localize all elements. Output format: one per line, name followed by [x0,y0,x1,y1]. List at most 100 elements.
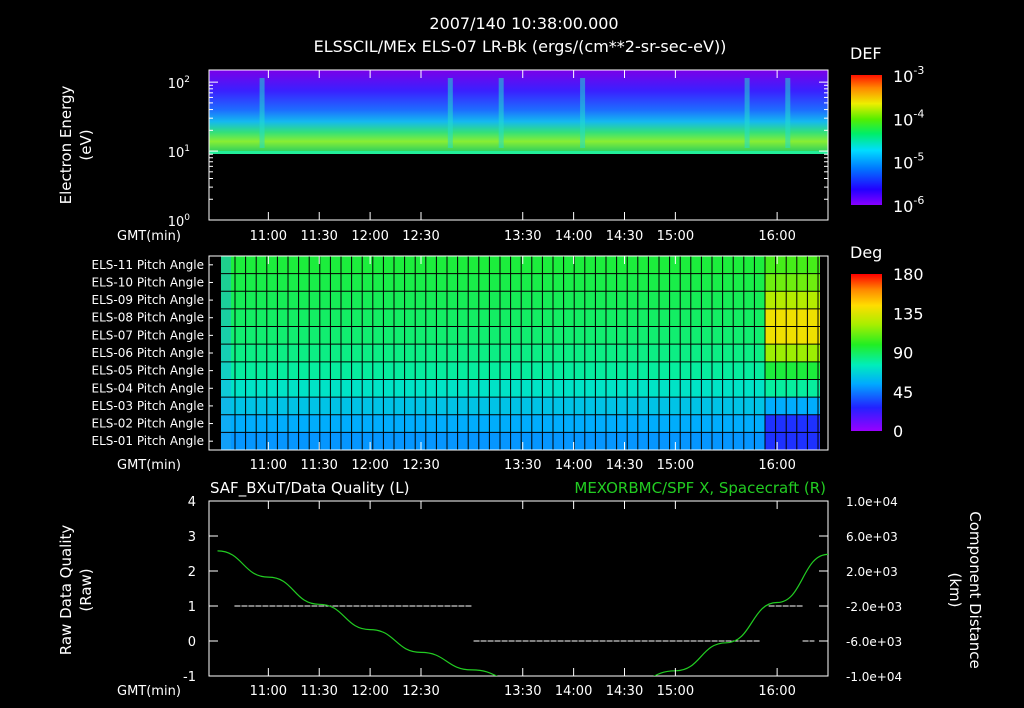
pitch-angle-cell-main [221,256,766,275]
pitch-angle-cell-late [765,291,820,310]
panel3-frame [208,500,829,677]
def-colorbar-tick-label: 10-6 [893,194,924,216]
pitch-angle-row-label: ELS-02 Pitch Angle [92,417,204,431]
spectrogram-spike [259,78,265,148]
deg-colorbar-tick-label: 135 [893,304,924,323]
energy-axis-label-line1: Electron Energy [57,85,75,204]
panel1-time-labels: 11:00 11:30 12:00 12:30 13:30 14:00 14:30 15:00… [250,229,796,244]
pitch-angle-cell-main [221,308,766,328]
spectrogram-spike [498,78,504,148]
pitch-angle-row-label: ELS-01 Pitch Angle [92,434,204,448]
pitch-angle-cell-main [221,361,766,380]
def-colorbar-tick-exponent: -6 [913,194,924,207]
time-tick-label: 12:30 [402,229,439,244]
deg-colorbar-tick-label: 0 [893,422,903,441]
deg-colorbar-tick-label: 180 [893,265,924,284]
time-tick-label: 14:30 [606,229,643,244]
quality-tick-label: 0 [188,635,196,650]
pitch-angle-cell-late [765,414,820,433]
pitch-angle-cell-late [765,344,820,363]
def-colorbar: DEF 10-6 10-5 10-4 10-3 [850,44,924,216]
def-colorbar-tick-exponent: -5 [913,151,924,164]
quality-tick-label: 2 [188,565,196,580]
time-tick-label: 11:00 [250,458,287,473]
time-tick-label: 11:30 [300,684,337,699]
def-colorbar-gradient [851,75,882,205]
time-tick-label: 13:30 [504,229,541,244]
quality-tick-label: 3 [188,530,196,545]
panel1-title: ELSSCIL/MEx ELS-07 LR-Bk (ergs/(cm**2-sr… [314,37,727,56]
distance-tick-label: 1.0e+04 [846,495,898,509]
time-tick-label: 12:00 [351,229,388,244]
time-tick-label: 11:00 [250,229,287,244]
time-tick-label: 15:00 [657,229,694,244]
pitch-angle-edge [221,256,231,450]
panel2-time-axis-label: GMT(min) [117,458,181,473]
time-tick-label: 15:00 [657,458,694,473]
mex-els-summary-plot: 2007/140 10:38:00.000 ELSSCIL/MEx ELS-07… [57,14,984,699]
quality-axis-label-line1: Raw Data Quality [57,525,75,656]
time-tick-label: 15:00 [657,684,694,699]
panel1-time-axis-label: GMT(min) [117,229,181,244]
time-tick-label: 12:00 [351,684,388,699]
deg-colorbar-tick-label: 45 [893,383,913,402]
pitch-angle-cell-late [765,273,820,292]
time-tick-label: 14:30 [606,684,643,699]
time-tick-label: 11:30 [300,229,337,244]
def-colorbar-label: DEF [850,44,882,63]
quality-axis: -1 0 1 2 3 4 [183,495,218,685]
distance-axis: -1.0e+04 -6.0e+03 -2.0e+03 2.0e+03 6.0e+03 1.… [819,495,902,684]
def-colorbar-tick-label: 10-4 [893,107,924,129]
energy-spectrogram-panel: 100101102 Electron Energy (eV) GMT(min) … [57,69,829,244]
quality-tick-label: -1 [183,670,196,685]
pitch-angle-cell-main [221,414,766,433]
time-tick-label: 12:30 [402,684,439,699]
time-tick-label: 14:00 [555,458,592,473]
energy-axis-label-line2: (eV) [77,129,95,160]
energy-tick-label: 100 [168,213,191,230]
time-tick-label: 13:30 [504,458,541,473]
pitch-angle-row-label: ELS-03 Pitch Angle [92,399,204,413]
energy-tick-exponent: 0 [184,213,190,223]
pitch-angle-cell-main [221,379,766,398]
pitch-angle-cell-main [221,397,766,416]
pitch-angle-row-label: ELS-08 Pitch Angle [92,311,204,325]
spectrogram-spike [744,78,750,148]
spectrogram-spike [785,78,791,148]
pitch-angle-row-labels: ELS-11 Pitch Angle ELS-10 Pitch Angle ELS-… [92,258,213,448]
spectrogram-spike [580,78,586,148]
time-tick-label: 16:00 [758,229,795,244]
pitch-angle-cell-late [765,361,820,380]
panel3-left-title: SAF_BXuT/Data Quality (L) [210,479,410,498]
distance-tick-label: -2.0e+03 [846,600,902,614]
distance-axis-label-line1: Component Distance [966,511,984,668]
time-tick-label: 11:00 [250,684,287,699]
panel2-time-labels: 11:00 11:30 12:00 12:30 13:30 14:00 14:30 15:00… [250,458,796,473]
time-tick-label: 12:00 [351,458,388,473]
time-tick-label: 14:00 [555,684,592,699]
quality-tick-label: 4 [188,495,196,510]
spectrogram-spike [447,78,453,148]
energy-tick-exponent: 2 [184,75,190,85]
spectrogram-floor-line [209,151,828,154]
def-colorbar-tick-exponent: -3 [913,64,924,77]
def-colorbar-ticks: 10-6 10-5 10-4 10-3 [893,64,924,216]
distance-tick-label: 2.0e+03 [846,565,898,579]
pitch-angle-cell-late [765,397,820,416]
distance-tick-label: 6.0e+03 [846,530,898,544]
pitch-angle-row-label: ELS-06 Pitch Angle [92,346,204,360]
quality-tick-label: 1 [188,600,196,615]
pitch-angle-row-label: ELS-05 Pitch Angle [92,364,204,378]
pitch-angle-cell-main [221,432,766,451]
pitch-angle-cell-main [221,291,766,310]
pitch-angle-cell-late [765,308,820,328]
pitch-angle-row-label: ELS-07 Pitch Angle [92,328,204,342]
deg-colorbar-tick-label: 90 [893,344,913,363]
pitch-angle-row-label: ELS-10 Pitch Angle [92,275,204,289]
deg-colorbar-gradient [851,274,882,431]
pitch-angle-cell-late [765,326,820,345]
distance-axis-label-line2: (km) [946,572,964,607]
time-tick-label: 11:30 [300,458,337,473]
plot-timestamp: 2007/140 10:38:00.000 [429,14,618,33]
pitch-angle-cell-main [221,326,766,345]
